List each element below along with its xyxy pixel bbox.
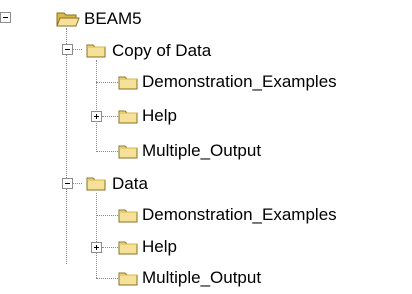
tree-node-label[interactable]: Help xyxy=(142,237,177,257)
tree-node-label[interactable]: Data xyxy=(112,174,148,194)
tree-node-label[interactable]: Multiple_Output xyxy=(142,141,261,161)
folder-icon xyxy=(86,177,106,191)
minus-expander-icon[interactable] xyxy=(62,178,73,189)
tree-guide-line xyxy=(96,82,118,83)
tree-guide-line xyxy=(66,28,67,264)
minus-expander-icon[interactable] xyxy=(62,44,73,55)
tree-guide-line xyxy=(96,278,118,279)
tree-guide-line xyxy=(102,247,118,248)
open-folder-icon xyxy=(56,12,80,27)
tree-node-label[interactable]: BEAM5 xyxy=(84,9,142,29)
folder-icon xyxy=(118,209,138,223)
folder-icon xyxy=(86,44,106,58)
tree-guide-line xyxy=(96,60,97,152)
tree-node-label[interactable]: Copy of Data xyxy=(112,41,211,61)
tree-guide-line xyxy=(96,193,97,278)
tree-guide-line xyxy=(96,215,118,216)
minus-expander-icon[interactable] xyxy=(0,12,11,23)
tree-node-label[interactable]: Demonstration_Examples xyxy=(142,72,337,92)
plus-expander-icon[interactable] xyxy=(91,111,102,122)
folder-icon xyxy=(118,110,138,124)
folder-tree: BEAM5 Copy of Data Demonstration_Example… xyxy=(0,0,412,294)
folder-icon xyxy=(118,76,138,90)
plus-expander-icon[interactable] xyxy=(91,242,102,253)
tree-guide-line xyxy=(72,49,82,50)
folder-icon xyxy=(118,241,138,255)
tree-guide-line xyxy=(96,151,118,152)
folder-icon xyxy=(118,145,138,159)
tree-node-label[interactable]: Demonstration_Examples xyxy=(142,205,337,225)
tree-node-label[interactable]: Help xyxy=(142,106,177,126)
tree-guide-line xyxy=(102,116,118,117)
folder-icon xyxy=(118,272,138,286)
tree-node-label[interactable]: Multiple_Output xyxy=(142,268,261,288)
tree-guide-line xyxy=(72,183,82,184)
